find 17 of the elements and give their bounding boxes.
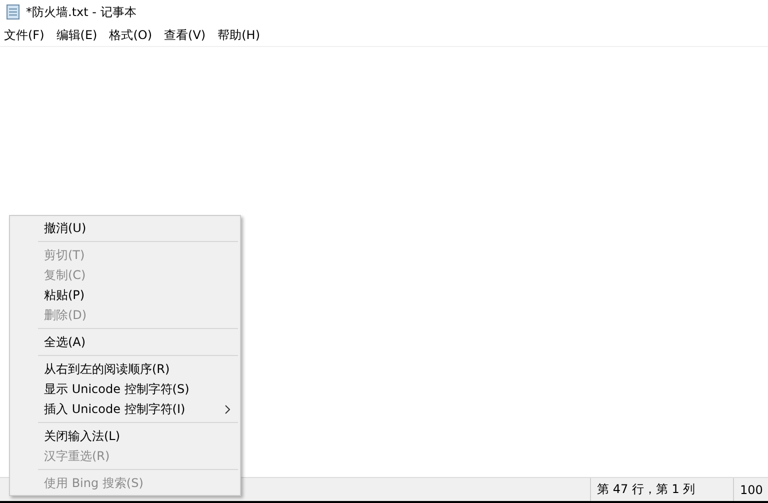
- context-menu-item[interactable]: 插入 Unicode 控制字符(I): [10, 399, 240, 419]
- menu-bar-item[interactable]: 查看(V): [162, 26, 212, 44]
- context-menu-item[interactable]: 关闭输入法(L): [10, 426, 240, 446]
- context-menu-item[interactable]: 显示 Unicode 控制字符(S): [10, 379, 240, 399]
- cursor-position: 第 47 行，第 1 列: [590, 478, 733, 501]
- zoom-level: 100: [733, 478, 768, 501]
- context-menu-item[interactable]: 撤消(U): [10, 218, 240, 238]
- menu-bar-item[interactable]: 编辑(E): [54, 26, 104, 44]
- context-menu-item[interactable]: 粘贴(P): [10, 285, 240, 305]
- menu-bar-item[interactable]: 帮助(H): [216, 26, 266, 44]
- menu-bar-item[interactable]: 格式(O): [107, 26, 158, 44]
- chevron-right-icon: [225, 404, 230, 414]
- menu-bar-item[interactable]: 文件(F): [2, 26, 50, 44]
- notepad-icon: [5, 4, 21, 20]
- context-menu-item[interactable]: 从右到左的阅读顺序(R): [10, 359, 240, 379]
- window-title: *防火墙.txt - 记事本: [26, 4, 136, 20]
- context-menu-item[interactable]: 全选(A): [10, 332, 240, 352]
